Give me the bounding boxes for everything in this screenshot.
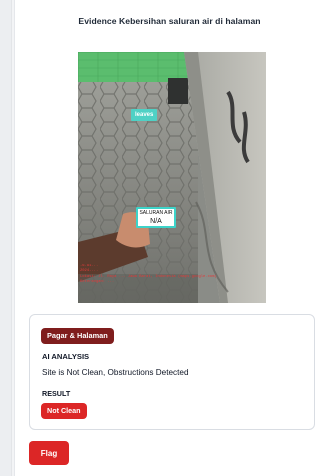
evidence-card: Evidence Kebersihan saluran air di halam…: [14, 0, 323, 476]
analysis-panel: Pagar & Halaman AI ANALYSIS Site is Not …: [29, 314, 315, 430]
result-badge: Not Clean: [41, 403, 87, 419]
ai-analysis-label: AI ANALYSIS: [42, 352, 90, 361]
ai-analysis-text: Site is Not Clean, Obstructions Detected: [42, 368, 189, 377]
tag-card-title: SALURAN AIR: [139, 210, 173, 216]
watermark-line: Keterangan: ...: [80, 280, 115, 285]
detection-tag-leaves: leaves: [131, 109, 158, 121]
flag-button[interactable]: Flag: [29, 441, 69, 465]
evidence-title: Evidence Kebersihan saluran air di halam…: [78, 16, 261, 26]
sidebar-edge: [0, 0, 12, 476]
photo-watermark: -6.91... 2024-... Lokasi: Jl. Raya ... J…: [80, 264, 264, 286]
tag-card-value: N/A: [150, 218, 162, 225]
category-badge: Pagar & Halaman: [41, 328, 114, 344]
result-label: RESULT: [42, 389, 71, 398]
evidence-photo[interactable]: leaves SALURAN AIR N/A -6.91... 2024-...…: [78, 52, 266, 303]
detection-tag-saluran-air: SALURAN AIR N/A: [136, 207, 176, 228]
